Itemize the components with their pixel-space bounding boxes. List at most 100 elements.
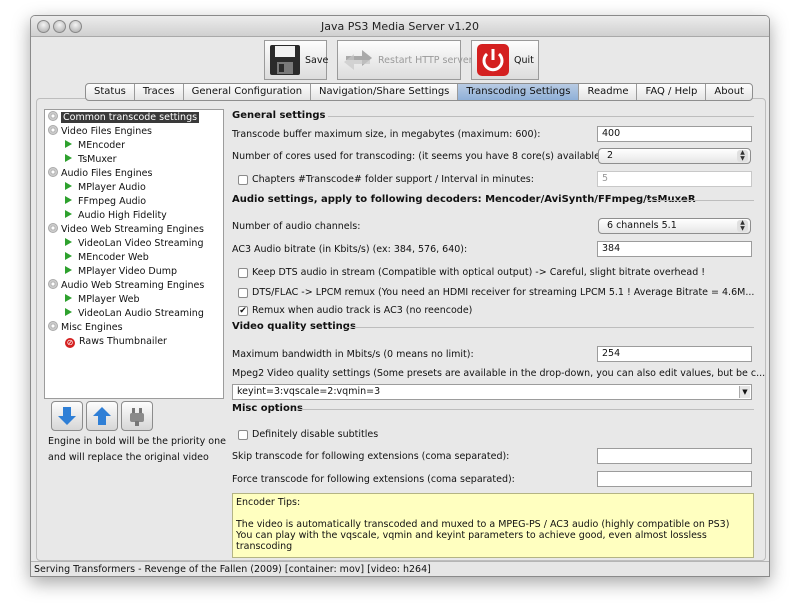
- cores-select[interactable]: 2 ▲ ▼: [598, 148, 751, 164]
- tree-item-audio-files-engines[interactable]: Audio Files Engines: [48, 167, 152, 181]
- mpeg2-quality-combo[interactable]: keyint=3:vqscale=2:vqmin=3 ▼: [232, 384, 752, 400]
- bandwidth-label: Maximum bandwidth in Mbits/s (0 means no…: [232, 349, 474, 360]
- play-icon: [65, 294, 72, 302]
- mpeg2-quality-value: keyint=3:vqscale=2:vqmin=3: [237, 386, 381, 397]
- audio-settings-heading: Audio settings, apply to following decod…: [232, 194, 696, 205]
- engines-tree[interactable]: Common transcode settings Video Files En…: [44, 109, 224, 399]
- tree-item-mplayer-video-dump[interactable]: MPlayer Video Dump: [65, 265, 177, 279]
- remux-ac3-label: Remux when audio track is AC3 (no reenco…: [252, 305, 473, 316]
- tab-readme[interactable]: Readme: [579, 84, 638, 100]
- gear-icon: [48, 111, 58, 121]
- minimize-window-button[interactable]: [53, 20, 66, 33]
- checkmark-icon: ✔: [239, 306, 247, 316]
- gear-icon: [48, 125, 58, 135]
- tree-item-audio-web-streaming-engines[interactable]: Audio Web Streaming Engines: [48, 279, 204, 293]
- tree-item-video-files-engines[interactable]: Video Files Engines: [48, 125, 152, 139]
- chapters-label: Chapters #Transcode# folder support / In…: [252, 174, 534, 185]
- ac3-bitrate-input[interactable]: 384: [597, 241, 752, 257]
- tree-item-videolan-audio-streaming[interactable]: VideoLan Audio Streaming: [65, 307, 204, 321]
- tab-faq-help[interactable]: FAQ / Help: [637, 84, 707, 100]
- chapters-interval-input[interactable]: 5: [597, 171, 752, 187]
- keep-dts-label: Keep DTS audio in stream (Compatible wit…: [252, 267, 706, 278]
- divider: [347, 327, 754, 328]
- divider: [647, 200, 754, 201]
- tab-about[interactable]: About: [706, 84, 752, 100]
- arrow-up-icon: [93, 407, 111, 425]
- buffer-size-input[interactable]: 400: [597, 126, 752, 142]
- disabled-icon: ⊘: [65, 338, 75, 348]
- gear-icon: [48, 279, 58, 289]
- keep-dts-checkbox[interactable]: [238, 268, 248, 278]
- quit-button[interactable]: Quit: [471, 40, 539, 80]
- encoder-tips-box: Encoder Tips: The video is automatically…: [232, 493, 754, 558]
- move-down-button[interactable]: [51, 401, 83, 431]
- dropdown-arrow-icon[interactable]: ▼: [739, 386, 750, 398]
- restart-label: Restart HTTP server: [378, 54, 473, 66]
- lpcm-remux-label: DTS/FLAC -> LPCM remux (You need an HDMI…: [252, 287, 755, 298]
- skip-extensions-input[interactable]: [597, 448, 752, 464]
- toolbar: Save Restart HTTP server Quit: [31, 38, 769, 88]
- main-tabs: Status Traces General Configuration Navi…: [85, 83, 753, 101]
- audio-channels-select-value: 6 channels 5.1: [607, 220, 677, 231]
- tree-item-tsmuxer[interactable]: TsMuxer: [65, 153, 116, 167]
- zoom-window-button[interactable]: [69, 20, 82, 33]
- buffer-size-label: Transcode buffer maximum size, in megaby…: [232, 129, 541, 140]
- remux-ac3-checkbox[interactable]: ✔: [238, 306, 248, 316]
- tree-item-mencoder[interactable]: MEncoder: [65, 139, 125, 153]
- tree-item-video-web-streaming-engines[interactable]: Video Web Streaming Engines: [48, 223, 204, 237]
- play-icon: [65, 266, 72, 274]
- tree-item-raws-thumbnailer[interactable]: ⊘ Raws Thumbnailer: [65, 335, 167, 349]
- tips-line: The video is automatically transcoded an…: [236, 519, 730, 530]
- arrow-down-icon: [58, 407, 76, 425]
- move-up-button[interactable]: [86, 401, 118, 431]
- tips-line: [236, 508, 750, 519]
- divider: [328, 116, 754, 117]
- title-bar: Java PS3 Media Server v1.20: [31, 16, 769, 37]
- gear-icon: [48, 321, 58, 331]
- tree-item-audio-high-fidelity[interactable]: Audio High Fidelity: [65, 209, 167, 223]
- quit-label: Quit: [514, 54, 534, 66]
- tab-general-configuration[interactable]: General Configuration: [184, 84, 312, 100]
- cores-label: Number of cores used for transcoding: (i…: [232, 151, 604, 162]
- play-icon: [65, 154, 72, 162]
- save-label: Save: [305, 54, 329, 66]
- chapters-checkbox[interactable]: [238, 175, 248, 185]
- play-icon: [65, 182, 72, 190]
- play-icon: [65, 196, 72, 204]
- tree-item-ffmpeg-audio[interactable]: FFmpeg Audio: [65, 195, 146, 209]
- bandwidth-input[interactable]: 254: [597, 346, 752, 362]
- gear-icon: [48, 167, 58, 177]
- close-window-button[interactable]: [37, 20, 50, 33]
- disable-subtitles-label: Definitely disable subtitles: [252, 429, 379, 440]
- select-arrows-icon: ▲ ▼: [737, 220, 748, 232]
- floppy-disk-icon: [269, 43, 301, 77]
- disable-subtitles-checkbox[interactable]: [238, 430, 248, 440]
- lpcm-remux-checkbox[interactable]: [238, 288, 248, 298]
- toggle-engine-button[interactable]: [121, 401, 153, 431]
- force-extensions-label: Force transcode for following extensions…: [232, 474, 515, 485]
- tree-item-mencoder-web[interactable]: MEncoder Web: [65, 251, 149, 265]
- audio-channels-select[interactable]: 6 channels 5.1 ▲ ▼: [598, 218, 751, 234]
- play-icon: [65, 308, 72, 316]
- skip-extensions-label: Skip transcode for following extensions …: [232, 451, 510, 462]
- force-extensions-input[interactable]: [597, 471, 752, 487]
- tree-item-mplayer-web[interactable]: MPlayer Web: [65, 293, 140, 307]
- tree-item-mplayer-audio[interactable]: MPlayer Audio: [65, 181, 146, 195]
- tree-item-common-transcode-settings[interactable]: Common transcode settings: [48, 111, 200, 125]
- play-icon: [65, 238, 72, 246]
- restart-http-server-button[interactable]: Restart HTTP server: [337, 40, 473, 80]
- save-button[interactable]: Save: [264, 40, 329, 80]
- tips-line: Encoder Tips:: [236, 497, 301, 508]
- tab-status[interactable]: Status: [86, 84, 135, 100]
- window-title: Java PS3 Media Server v1.20: [321, 20, 479, 33]
- misc-options-heading: Misc options: [232, 403, 303, 414]
- tab-navigation-share-settings[interactable]: Navigation/Share Settings: [311, 84, 459, 100]
- tips-line: You can play with the vqscale, vqmin and…: [236, 530, 707, 552]
- general-settings-heading: General settings: [232, 110, 326, 121]
- power-icon: [476, 43, 510, 77]
- gear-icon: [48, 223, 58, 233]
- tree-item-misc-engines[interactable]: Misc Engines: [48, 321, 123, 335]
- tab-traces[interactable]: Traces: [135, 84, 184, 100]
- tree-item-videolan-video-streaming[interactable]: VideoLan Video Streaming: [65, 237, 203, 251]
- tab-transcoding-settings[interactable]: Transcoding Settings: [458, 84, 580, 100]
